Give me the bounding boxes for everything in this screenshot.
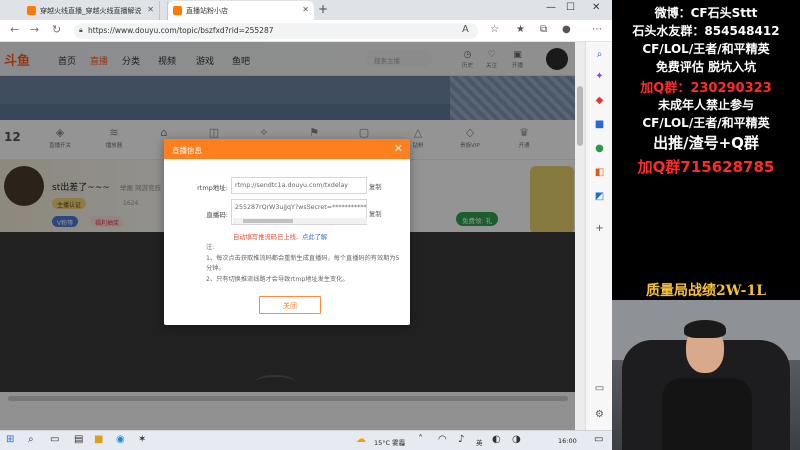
tab-3-label: 直播站粉小店: [186, 7, 228, 15]
tab-3[interactable]: 直播站粉小店 ✕: [168, 1, 314, 20]
stream-key-value: 255287rQrW3ujJqY?wsSecret=***********: [235, 204, 367, 211]
sparkle-icon[interactable]: ✦: [593, 70, 606, 83]
overlay-line: 免费评估 脱坑入坑: [655, 60, 757, 74]
learn-more-link[interactable]: 点此了解: [302, 234, 327, 241]
window-close-icon[interactable]: ✕: [592, 2, 600, 13]
maximize-icon[interactable]: ☐: [566, 2, 575, 13]
webcam-feed: [612, 300, 800, 450]
tab-1-label: 穿越火线直播_穿越火线直播解说: [40, 7, 142, 15]
live-info-dialog: 直播信息 ✕ rtmp地址: rtmp://sendtc1a.douyu.com…: [164, 139, 410, 325]
url-input[interactable]: 🔒︎ https://www.douyu.com/topic/bszfxd?ri…: [74, 23, 478, 39]
record-banner: 质量局战绩2W-1L: [645, 283, 767, 299]
tab-close-icon[interactable]: ✕: [302, 5, 309, 14]
overlay-line: 石头水友群：854548412: [632, 24, 780, 38]
close-icon[interactable]: ✕: [394, 142, 403, 155]
search-icon[interactable]: ⌕: [28, 434, 34, 445]
douyu-favicon-icon: [173, 6, 182, 15]
search-icon[interactable]: ⌕: [593, 48, 606, 61]
rtmp-value: rtmp://sendtc1a.douyu.com/txdelay: [235, 182, 349, 189]
network-icon[interactable]: ◠: [438, 434, 447, 445]
weather-icon: ☁: [356, 434, 366, 445]
new-tab-icon[interactable]: +: [318, 2, 328, 16]
edge-icon[interactable]: ◉: [116, 434, 125, 445]
close-button[interactable]: 关闭: [259, 296, 321, 314]
overlay-line: CF/LOL/王者/和平精英: [642, 42, 770, 56]
vertical-scrollbar[interactable]: [575, 42, 585, 430]
scroll-thumb[interactable]: [577, 86, 583, 146]
tray-app-icon[interactable]: ◑: [512, 434, 521, 445]
clock-time[interactable]: 16:00: [558, 437, 577, 445]
note-1: 1、每次点击获取推流码都会重新生成直播码，每个直播码的有效期为5分钟。: [206, 254, 400, 273]
douyu-favicon-icon: [27, 6, 36, 15]
file-explorer-icon[interactable]: ▤: [74, 434, 83, 445]
folder-icon[interactable]: ■: [94, 434, 103, 445]
warn-text: 自动填写推流码已上线,: [233, 234, 298, 241]
overlay-line: CF/LOL/王者/和平精英: [642, 116, 770, 130]
tab-strip: 穿越火线直播_穿越火线直播解说 ✕ 直播站粉小店 ✕ + — ☐ ✕: [0, 0, 612, 20]
notification-icon[interactable]: ▭: [594, 434, 603, 445]
notes-title: 注:: [206, 244, 215, 251]
windows-start-icon[interactable]: ⊞: [6, 434, 14, 445]
read-aloud-icon[interactable]: A: [462, 24, 469, 35]
refresh-icon[interactable]: ↻: [52, 23, 61, 36]
notes-block: 注: 1、每次点击获取推流码都会重新生成直播码，每个直播码的有效期为5分钟。 2…: [206, 243, 402, 285]
lock-icon: 🔒︎: [79, 26, 83, 34]
key-field-scrollbar[interactable]: [233, 218, 367, 224]
volume-icon[interactable]: ♪: [458, 434, 464, 445]
address-bar-row: ← → ↻ 🔒︎ https://www.douyu.com/topic/bsz…: [0, 20, 612, 42]
favorite-star-icon[interactable]: ☆: [490, 24, 499, 35]
add-icon[interactable]: +: [593, 222, 606, 235]
overlay-line: 出推/渣号+Q群: [653, 134, 759, 152]
ime-language[interactable]: 英: [476, 437, 483, 447]
layout-icon[interactable]: ▭: [593, 382, 606, 395]
note-2: 2、只有切换推流线路才会导致rtmp地址发生变化。: [206, 275, 349, 283]
copy-rtmp-button[interactable]: 复制: [369, 182, 382, 191]
favorites-icon[interactable]: ★: [516, 24, 525, 35]
collections-icon[interactable]: ⧉: [540, 24, 547, 35]
app-icon[interactable]: ✶: [138, 434, 146, 445]
overlay-line: 加Q群715628785: [637, 158, 775, 176]
forward-icon[interactable]: →: [30, 23, 39, 36]
edge-sidebar: ⌕ ✦ ◆ ■ ● ◧ ◩ + ▭ ⚙: [585, 42, 612, 430]
key-field-scroll-thumb[interactable]: [243, 219, 293, 223]
outlook-icon[interactable]: ◩: [593, 190, 606, 203]
weather-text[interactable]: 15°C 雾霾: [374, 437, 405, 447]
overlay-line: 加Q群：230290323: [640, 81, 772, 96]
copy-key-button[interactable]: 复制: [369, 209, 382, 218]
rtmp-field[interactable]: rtmp://sendtc1a.douyu.com/txdelay: [231, 177, 367, 194]
back-icon[interactable]: ←: [10, 23, 19, 36]
stream-key-label: 直播码:: [206, 211, 228, 219]
streamer-body: [662, 378, 752, 450]
tab-close-icon[interactable]: ✕: [147, 5, 154, 14]
dialog-header: 直播信息 ✕: [164, 139, 410, 159]
rtmp-label: rtmp地址:: [197, 184, 228, 192]
url-text: https://www.douyu.com/topic/bszfxd?rid=2…: [88, 26, 274, 35]
office-icon[interactable]: ◧: [593, 166, 606, 179]
dialog-title: 直播信息: [172, 146, 202, 155]
profile-icon[interactable]: ●: [562, 24, 571, 35]
browser-window: 穿越火线直播_穿越火线直播解说 ✕ 直播站粉小店 ✕ + — ☐ ✕ ← → ↻…: [0, 0, 612, 430]
more-icon[interactable]: ⋯: [592, 24, 602, 35]
stream-overlay: 微博：CF石头Sttt 石头水友群：854548412 CF/LOL/王者/和平…: [612, 0, 800, 450]
tab-1[interactable]: 穿越火线直播_穿越火线直播解说 ✕: [22, 1, 160, 20]
tab-separator: [160, 1, 168, 20]
briefcase-icon[interactable]: ■: [593, 118, 606, 131]
tray-chevron-icon[interactable]: ˄: [418, 434, 423, 445]
minimize-icon[interactable]: —: [546, 2, 556, 13]
settings-icon[interactable]: ⚙: [593, 408, 606, 421]
overlay-line: 未成年人禁止参与: [657, 98, 754, 112]
tray-app-icon[interactable]: ◐: [492, 434, 501, 445]
overlay-line: 微博：CF石头Sttt: [654, 6, 758, 20]
streamer-hair: [684, 320, 726, 338]
auto-fill-notice: 自动填写推流码已上线, 点此了解: [233, 232, 327, 241]
taskbar: ⊞ ⌕ ▭ ▤ ■ ◉ ✶ ☁ 15°C 雾霾 ˄ ◠ ♪ 英 ◐ ◑ 16:0…: [0, 430, 612, 450]
task-view-icon[interactable]: ▭: [50, 434, 59, 445]
games-icon[interactable]: ●: [593, 142, 606, 155]
tag-icon[interactable]: ◆: [593, 94, 606, 107]
